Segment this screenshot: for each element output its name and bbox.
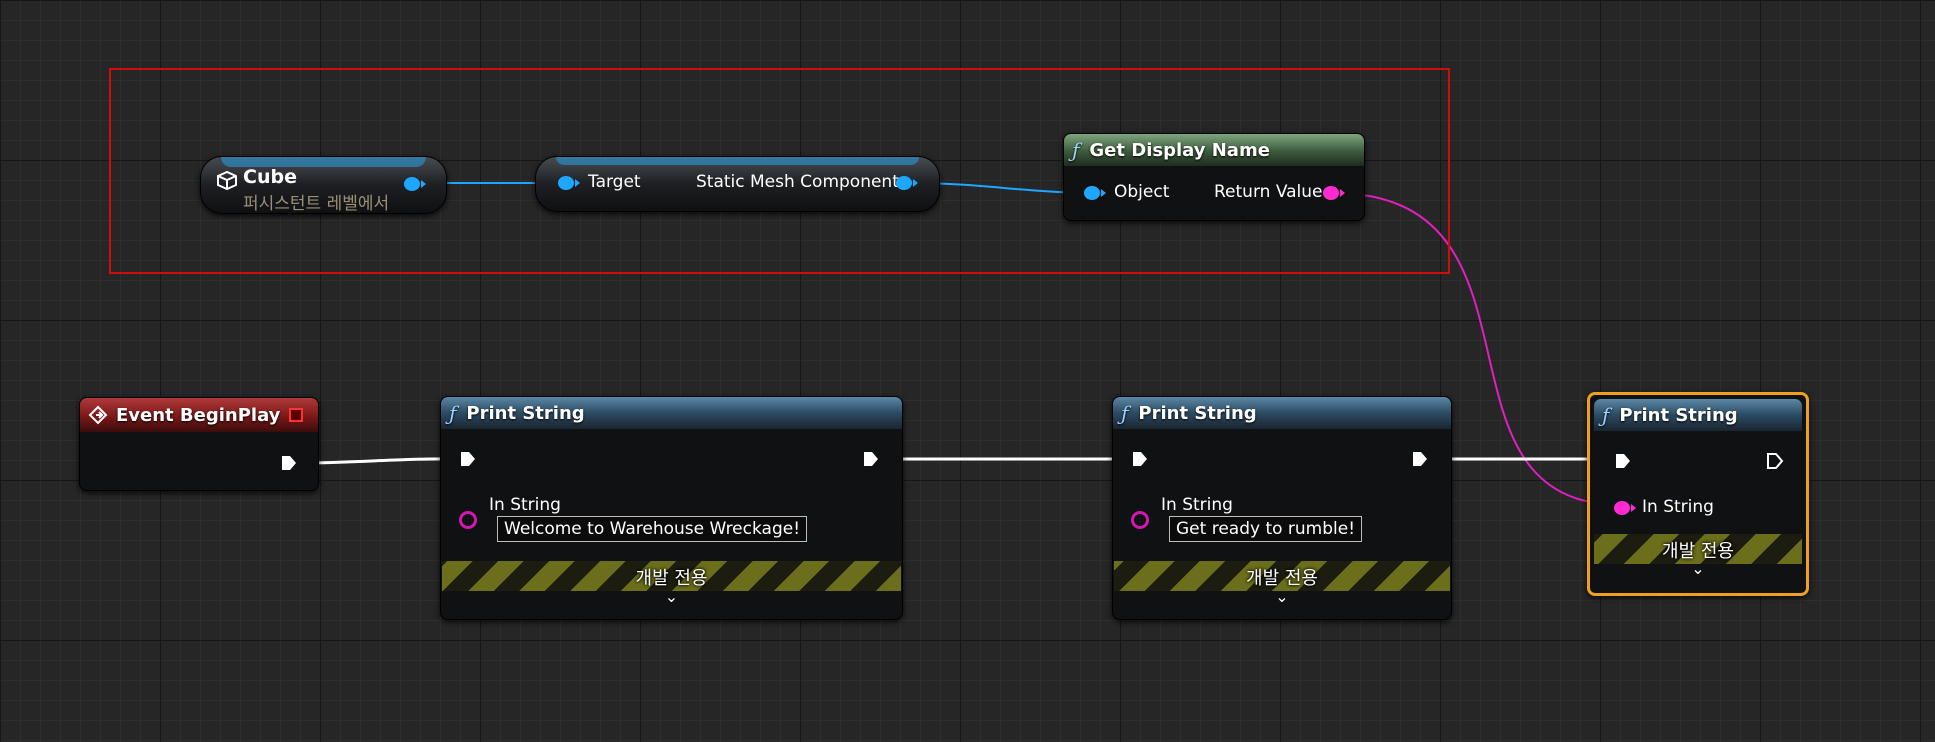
function-icon: ƒ <box>449 401 457 425</box>
event-beginplay-header: Event BeginPlay <box>80 398 318 432</box>
exec-output-pin[interactable] <box>862 450 880 468</box>
cube-output-arrow <box>421 180 426 188</box>
target-label: Target <box>588 172 641 192</box>
return-value-label: Return Value <box>1214 182 1323 202</box>
static-mesh-output-pin[interactable] <box>896 176 912 190</box>
exec-input-pin[interactable] <box>1131 450 1149 468</box>
print-string-2-header: ƒ Print String <box>1113 397 1451 429</box>
event-icon <box>88 405 108 425</box>
expand-chevron-icon[interactable]: ⌄ <box>441 587 902 606</box>
event-beginplay-title: Event BeginPlay <box>116 404 281 426</box>
function-icon: ƒ <box>1602 403 1610 427</box>
static-mesh-output-arrow <box>913 179 918 187</box>
get-display-name-title: Get Display Name <box>1089 139 1270 161</box>
in-string-value[interactable]: Get ready to rumble! <box>1169 516 1363 542</box>
cube-subtitle: 퍼시스턴트 레벨에서 <box>243 194 390 214</box>
exec-input-pin[interactable] <box>1614 452 1632 470</box>
get-display-name-header: ƒ Get Display Name <box>1064 134 1364 166</box>
in-string-label: In String <box>489 495 561 515</box>
exec-output-pin[interactable] <box>1411 450 1429 468</box>
cube-title: Cube <box>243 166 297 188</box>
target-input-arrow <box>575 179 580 187</box>
static-mesh-component-label: Static Mesh Component <box>696 172 899 192</box>
object-input-pin[interactable] <box>1084 186 1100 200</box>
print-string-3-title: Print String <box>1619 404 1738 426</box>
print-string-node-3[interactable]: ƒ Print String In String 개발 전용 ⌄ <box>1587 392 1809 596</box>
function-icon: ƒ <box>1072 138 1080 162</box>
expand-chevron-icon[interactable]: ⌄ <box>1113 587 1451 606</box>
in-string-label: In String <box>1161 495 1233 515</box>
node-glow <box>556 157 919 165</box>
cube-reference-node[interactable]: Cube 퍼시스턴트 레벨에서 <box>200 156 447 214</box>
target-input-pin[interactable] <box>558 176 574 190</box>
in-string-pin[interactable] <box>1614 501 1630 515</box>
get-display-name-node[interactable]: ƒ Get Display Name Object Return Value <box>1063 133 1365 221</box>
object-label: Object <box>1114 182 1170 202</box>
exec-input-pin[interactable] <box>459 450 477 468</box>
print-string-1-header: ƒ Print String <box>441 397 902 429</box>
print-string-1-title: Print String <box>466 402 585 424</box>
in-string-value[interactable]: Welcome to Warehouse Wreckage! <box>497 516 808 542</box>
in-string-arrow <box>1631 504 1636 512</box>
exec-output-pin[interactable] <box>1766 452 1784 470</box>
cube-icon <box>217 170 237 191</box>
print-string-node-2[interactable]: ƒ Print String In String Get ready to ru… <box>1112 396 1452 620</box>
in-string-label: In String <box>1642 497 1714 517</box>
blueprint-graph-canvas[interactable]: Cube 퍼시스턴트 레벨에서 Target Static Mesh Compo… <box>0 0 1935 742</box>
print-string-2-title: Print String <box>1138 402 1257 424</box>
exec-wire-1 <box>299 457 459 465</box>
object-input-arrow <box>1101 189 1106 197</box>
in-string-pin[interactable] <box>459 511 477 529</box>
event-delegate-pin[interactable] <box>289 408 303 422</box>
return-value-pin[interactable] <box>1323 186 1339 200</box>
exec-output-pin[interactable] <box>280 454 298 472</box>
function-icon: ƒ <box>1121 401 1129 425</box>
print-string-node-1[interactable]: ƒ Print String In String Welcome to Ware… <box>440 396 903 620</box>
return-value-arrow <box>1340 189 1345 197</box>
event-beginplay-node[interactable]: Event BeginPlay <box>79 397 319 491</box>
print-string-3-header: ƒ Print String <box>1594 399 1802 431</box>
cube-output-pin[interactable] <box>404 177 420 191</box>
static-mesh-component-node[interactable]: Target Static Mesh Component <box>535 156 940 212</box>
expand-chevron-icon[interactable]: ⌄ <box>1590 559 1806 578</box>
in-string-pin[interactable] <box>1131 511 1149 529</box>
